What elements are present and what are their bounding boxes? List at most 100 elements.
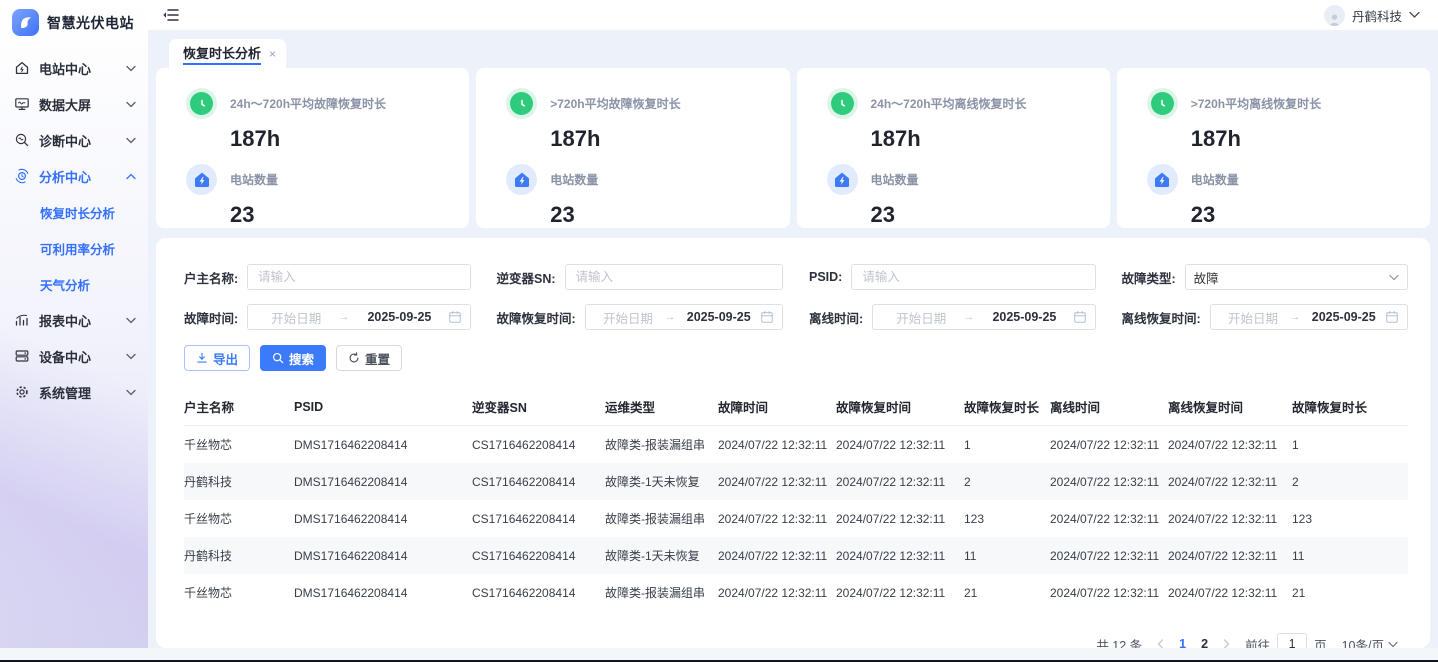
fault-type-value: 故障: [1194, 268, 1389, 287]
filter-label: 离线恢复时间:: [1122, 308, 1201, 327]
chevron-down-icon: [1409, 11, 1420, 19]
cell: 21: [1292, 574, 1408, 611]
reset-button[interactable]: 重置: [336, 345, 402, 371]
sidebar-item-analysis-center[interactable]: 分析中心: [0, 158, 148, 194]
avatar: [1324, 5, 1345, 26]
chevron-down-icon: [126, 137, 136, 144]
cell: 2024/07/22 12:32:11: [1050, 463, 1168, 500]
card-station-value: 23: [1191, 202, 1430, 228]
sidebar-item-label: 报表中心: [39, 311, 91, 330]
filter-label: 故障恢复时间:: [497, 308, 576, 327]
sidebar-collapse-button[interactable]: [162, 7, 180, 23]
filter-psid: PSID:: [809, 264, 1096, 290]
cell: 11: [964, 537, 1050, 574]
cell: 千丝物芯: [184, 500, 294, 537]
clock-icon: [186, 88, 217, 119]
sidebar-item-data-screen[interactable]: 数据大屏: [0, 86, 148, 122]
sidebar-item-diagnosis-center[interactable]: 诊断中心: [0, 122, 148, 158]
tab-bar: 恢复时长分析 ×: [156, 30, 1430, 68]
export-button[interactable]: 导出: [184, 345, 250, 371]
cell: 2024/07/22 12:32:11: [718, 463, 836, 500]
app-logo-icon: [12, 9, 39, 36]
cell: DMS1716462208414: [294, 574, 472, 611]
filter-offline-recover-time: 离线恢复时间: 开始日期 → 2025-09-25: [1122, 304, 1409, 330]
sidebar-item-label: 设备中心: [39, 347, 91, 366]
cell: DMS1716462208414: [294, 500, 472, 537]
sidebar-item-report-center[interactable]: 报表中心: [0, 302, 148, 338]
sidebar-item-station-center[interactable]: 电站中心: [0, 50, 148, 86]
fault-time-range-picker[interactable]: 开始日期 → 2025-09-25: [247, 304, 470, 330]
chevron-down-icon: [126, 101, 136, 108]
cell: 2: [964, 463, 1050, 500]
date-end-value: 2025-09-25: [1302, 310, 1385, 324]
sidebar-subitem-weather[interactable]: 天气分析: [0, 266, 148, 302]
cell: 2: [1292, 463, 1408, 500]
filter-label: 故障类型:: [1122, 268, 1176, 287]
card-value: 187h: [550, 126, 789, 152]
cell: 123: [1292, 500, 1408, 537]
col-fault-recover-duration-2: 故障恢复时长: [1292, 387, 1408, 426]
query-panel: 户主名称: 逆变器SN: PSID: 故障类型:: [156, 238, 1430, 648]
download-icon: [196, 352, 208, 364]
offline-recover-time-range-picker[interactable]: 开始日期 → 2025-09-25: [1210, 304, 1408, 330]
sidebar-item-device-center[interactable]: 设备中心: [0, 338, 148, 374]
psid-input[interactable]: [851, 264, 1095, 290]
card-value: 187h: [1191, 126, 1430, 152]
date-end-value: 2025-09-25: [351, 310, 447, 324]
owner-name-input[interactable]: [247, 264, 470, 290]
col-owner-name: 户主名称: [184, 387, 294, 426]
sidebar-item-system-management[interactable]: 系统管理: [0, 374, 148, 410]
cell: 故障类-报装漏组串: [605, 426, 718, 464]
sidebar-item-label: 数据大屏: [39, 95, 91, 114]
cell: 123: [964, 500, 1050, 537]
cell: 故障类-1天未恢复: [605, 537, 718, 574]
cell: 11: [1292, 537, 1408, 574]
tab-label: 恢复时长分析: [183, 43, 261, 65]
calendar-icon: [1073, 310, 1087, 324]
sidebar-subitem-label: 恢复时长分析: [40, 203, 115, 222]
filter-fault-time: 故障时间: 开始日期 → 2025-09-25: [184, 304, 471, 330]
fault-recover-time-range-picker[interactable]: 开始日期 → 2025-09-25: [585, 304, 783, 330]
cell: 2024/07/22 12:32:11: [1168, 537, 1292, 574]
screen-icon: [14, 96, 30, 112]
sidebar-subitem-availability[interactable]: 可利用率分析: [0, 230, 148, 266]
cell: CS1716462208414: [472, 574, 605, 611]
card-title: 24h～720h平均故障恢复时长: [230, 95, 386, 112]
col-fault-time: 故障时间: [718, 387, 836, 426]
cell: 2024/07/22 12:32:11: [1050, 574, 1168, 611]
filter-label: PSID:: [809, 270, 842, 284]
filter-label: 户主名称:: [184, 268, 238, 287]
tab-recovery-duration-analysis[interactable]: 恢复时长分析 ×: [169, 39, 286, 68]
gear-icon: [14, 384, 30, 400]
offline-time-range-picker[interactable]: 开始日期 → 2025-09-25: [872, 304, 1095, 330]
diagnosis-icon: [14, 132, 30, 148]
cell: 2024/07/22 12:32:11: [718, 426, 836, 464]
report-icon: [14, 312, 30, 328]
stat-card-offline-24-720: 24h～720h平均离线恢复时长 187h 电站数量 23: [797, 68, 1110, 228]
cell: 2024/07/22 12:32:11: [1168, 426, 1292, 464]
card-title: >720h平均离线恢复时长: [1191, 95, 1321, 112]
chevron-down-icon: [1389, 274, 1399, 281]
station-icon: [14, 60, 30, 76]
date-end-value: 2025-09-25: [976, 310, 1072, 324]
cell: 丹鹤科技: [184, 463, 294, 500]
stat-card-offline-720plus: >720h平均离线恢复时长 187h 电站数量 23: [1117, 68, 1430, 228]
fault-type-select[interactable]: 故障: [1185, 264, 1408, 290]
user-menu[interactable]: 丹鹤科技: [1324, 5, 1420, 26]
table-row: 千丝物芯DMS1716462208414CS1716462208414故障类-报…: [184, 574, 1408, 611]
sidebar-subitem-recovery-duration[interactable]: 恢复时长分析: [0, 194, 148, 230]
cell: 2024/07/22 12:32:11: [1050, 426, 1168, 464]
cell: CS1716462208414: [472, 500, 605, 537]
search-button[interactable]: 搜索: [260, 345, 326, 371]
tab-close-icon[interactable]: ×: [269, 48, 276, 60]
station-count-icon: [186, 164, 217, 195]
date-start-placeholder: 开始日期: [881, 308, 961, 327]
export-label: 导出: [213, 349, 238, 368]
range-arrow-icon: →: [336, 311, 351, 323]
stat-card-fault-24-720: 24h～720h平均故障恢复时长 187h 电站数量 23: [156, 68, 469, 228]
table-header-row: 户主名称 PSID 逆变器SN 运维类型 故障时间 故障恢复时间 故障恢复时长 …: [184, 387, 1408, 426]
station-count-icon: [827, 164, 858, 195]
card-value: 187h: [230, 126, 469, 152]
inverter-sn-input[interactable]: [565, 264, 783, 290]
cell: 2024/07/22 12:32:11: [718, 537, 836, 574]
